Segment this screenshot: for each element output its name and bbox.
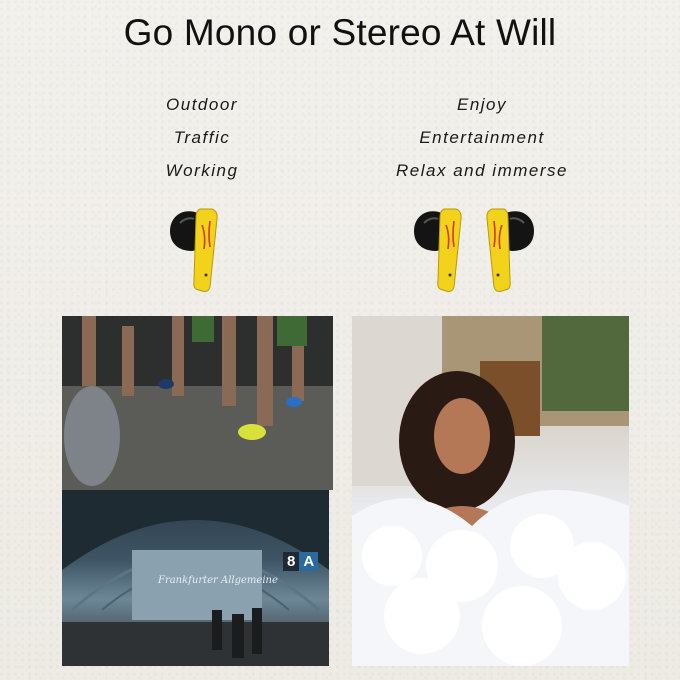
runners-photo (62, 316, 333, 490)
platform-number: 8 (283, 552, 300, 571)
platform-letter: A (299, 552, 319, 571)
mono-earbud-icon (170, 208, 218, 292)
mono-use-outdoor: Outdoor (166, 95, 238, 114)
stereo-use-list: Enjoy Entertainment Relax and immerse (352, 92, 612, 191)
mono-use-traffic: Traffic (173, 128, 231, 147)
stereo-use-entertainment: Entertainment (419, 128, 545, 147)
stereo-use-relax: Relax and immerse (396, 161, 568, 180)
mono-use-working: Working (165, 161, 239, 180)
stereo-left-earbud-icon (414, 208, 462, 292)
stereo-right-earbud-icon (486, 208, 534, 292)
platform-sign: 8 A (283, 552, 319, 571)
page-title: Go Mono or Stereo At Will (123, 12, 557, 53)
station-sign: Frankfurter Allgemeine (158, 575, 278, 586)
mono-use-list: Outdoor Traffic Working (72, 92, 332, 191)
stereo-use-enjoy: Enjoy (456, 95, 508, 114)
bath-relax-photo (352, 316, 629, 666)
